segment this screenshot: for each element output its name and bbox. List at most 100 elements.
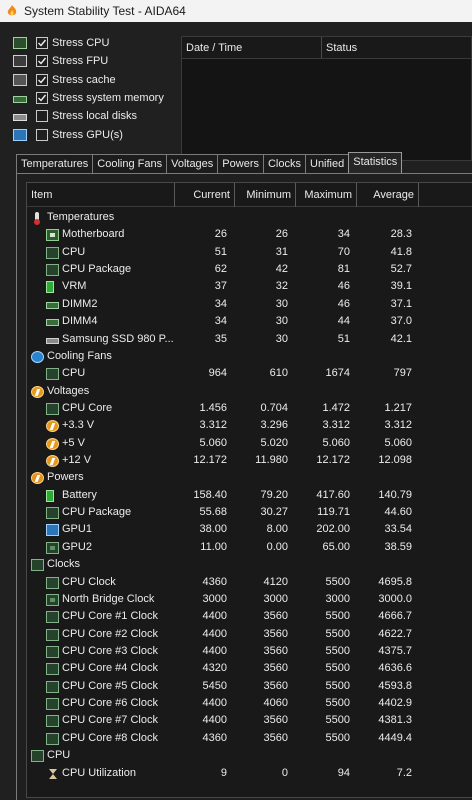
- col-average[interactable]: Average: [357, 183, 419, 207]
- tab-statistics[interactable]: Statistics: [348, 152, 403, 173]
- voltage-icon: [46, 437, 59, 450]
- group-row[interactable]: CPU: [27, 747, 472, 764]
- table-row[interactable]: CPU 964 610 1674 797: [27, 365, 472, 382]
- average-value: 33.54: [384, 523, 412, 536]
- table-row[interactable]: CPU Core #1 Clock 4400 3560 5500 4666.7: [27, 608, 472, 625]
- current-value: 5.060: [199, 436, 227, 449]
- average-value: 797: [393, 367, 412, 380]
- table-row[interactable]: CPU Package 62 42 81 52.7: [27, 261, 472, 278]
- minimum-value: 11.980: [255, 454, 288, 467]
- col-current[interactable]: Current: [175, 183, 235, 207]
- maximum-value: 51: [337, 332, 350, 345]
- current-value: 4400: [202, 627, 227, 640]
- tab-cooling-fans[interactable]: Cooling Fans: [92, 154, 168, 173]
- stress-option-label[interactable]: Stress CPU: [52, 37, 109, 49]
- maximum-value: 417.60: [316, 488, 350, 501]
- checkmark-icon: [38, 57, 47, 65]
- table-row[interactable]: CPU Core #2 Clock 4400 3560 5500 4622.7: [27, 626, 472, 643]
- average-value: 52.7: [390, 263, 412, 276]
- stress-checkbox[interactable]: [36, 37, 48, 50]
- table-row[interactable]: Samsung SSD 980 P... 35 30 51 42.1: [27, 331, 472, 348]
- table-row[interactable]: Motherboard 26 26 34 28.3: [27, 226, 472, 243]
- maximum-value: 5500: [325, 644, 350, 657]
- group-label: Temperatures: [47, 211, 115, 223]
- stress-checkbox[interactable]: [36, 128, 48, 141]
- table-row[interactable]: CPU Package 55.68 30.27 119.71 44.60: [27, 504, 472, 521]
- group-row[interactable]: Temperatures: [27, 209, 472, 226]
- stress-checkbox[interactable]: [36, 73, 48, 86]
- cpu-icon: [46, 628, 59, 641]
- stress-checkbox[interactable]: [36, 55, 48, 68]
- table-row[interactable]: GPU1 38.00 8.00 202.00 33.54: [27, 521, 472, 538]
- group-row[interactable]: Voltages: [27, 383, 472, 400]
- table-row[interactable]: CPU Core #6 Clock 4400 4060 5500 4402.9: [27, 695, 472, 712]
- table-row[interactable]: CPU Core #7 Clock 4400 3560 5500 4381.3: [27, 712, 472, 729]
- group-row[interactable]: Powers: [27, 469, 472, 486]
- item-name: CPU Core #3 Clock: [62, 644, 158, 657]
- stress-option-label[interactable]: Stress system memory: [52, 92, 164, 104]
- item-name: VRM: [62, 280, 87, 293]
- col-item[interactable]: Item: [27, 183, 175, 207]
- stress-option-label[interactable]: Stress GPU(s): [52, 129, 123, 141]
- stress-option-label[interactable]: Stress cache: [52, 74, 116, 86]
- table-row[interactable]: CPU Core #5 Clock 5450 3560 5500 4593.8: [27, 678, 472, 695]
- horizontal-scrollbar[interactable]: [27, 791, 472, 797]
- stress-option-label[interactable]: Stress FPU: [52, 55, 108, 67]
- checkmark-icon: [38, 94, 47, 102]
- status-log[interactable]: Date / Time Status: [181, 36, 472, 161]
- table-row[interactable]: CPU 51 31 70 41.8: [27, 244, 472, 261]
- table-row[interactable]: CPU Core #3 Clock 4400 3560 5500 4375.7: [27, 643, 472, 660]
- stress-option-row[interactable]: Stress system memory: [13, 89, 178, 107]
- tab-clocks[interactable]: Clocks: [262, 154, 306, 173]
- voltage-icon: [46, 420, 59, 433]
- statistics-grid[interactable]: Item Current Minimum Maximum Average Tem…: [26, 182, 472, 798]
- table-row[interactable]: +3.3 V 3.312 3.296 3.312 3.312: [27, 417, 472, 434]
- item-name: +12 V: [62, 454, 92, 467]
- table-row[interactable]: GPU2 11.00 0.00 65.00 38.59: [27, 539, 472, 556]
- tab-voltages[interactable]: Voltages: [166, 154, 219, 173]
- current-value: 4360: [202, 731, 227, 744]
- table-row[interactable]: VRM 37 32 46 39.1: [27, 278, 472, 295]
- tab-unified[interactable]: Unified: [305, 154, 350, 173]
- maximum-value: 70: [337, 245, 350, 258]
- table-row[interactable]: CPU Clock 4360 4120 5500 4695.8: [27, 574, 472, 591]
- stress-checkbox[interactable]: [36, 110, 48, 123]
- tab-powers[interactable]: Powers: [217, 154, 264, 173]
- table-row[interactable]: DIMM4 34 30 44 37.0: [27, 313, 472, 330]
- table-row[interactable]: +12 V 12.172 11.980 12.172 12.098: [27, 452, 472, 469]
- stress-option-row[interactable]: Stress FPU: [13, 52, 178, 70]
- table-row[interactable]: +5 V 5.060 5.020 5.060 5.060: [27, 435, 472, 452]
- cpu-icon: [46, 368, 59, 381]
- table-row[interactable]: Battery 158.40 79.20 417.60 140.79: [27, 487, 472, 504]
- current-value: 35: [214, 332, 227, 345]
- maximum-value: 44: [337, 315, 350, 328]
- col-minimum[interactable]: Minimum: [235, 183, 296, 207]
- log-col-datetime[interactable]: Date / Time: [182, 37, 322, 58]
- table-row[interactable]: North Bridge Clock 3000 3000 3000 3000.0: [27, 591, 472, 608]
- maximum-value: 5500: [325, 610, 350, 623]
- cpu-icon: [46, 611, 59, 624]
- table-row[interactable]: CPU Core #4 Clock 4320 3560 5500 4636.6: [27, 660, 472, 677]
- tab-temperatures[interactable]: Temperatures: [16, 154, 94, 173]
- battery-icon: [46, 281, 54, 294]
- table-row[interactable]: CPU Core #8 Clock 4360 3560 5500 4449.4: [27, 730, 472, 747]
- average-value: 12.098: [378, 454, 412, 467]
- col-maximum[interactable]: Maximum: [296, 183, 357, 207]
- stress-checkbox[interactable]: [36, 92, 48, 105]
- table-row[interactable]: DIMM2 34 30 46 37.1: [27, 296, 472, 313]
- table-row[interactable]: CPU Core 1.456 0.704 1.472 1.217: [27, 400, 472, 417]
- item-name: CPU Clock: [62, 575, 116, 588]
- group-row[interactable]: Clocks: [27, 556, 472, 573]
- gpu-chip-icon: [46, 541, 59, 554]
- table-row[interactable]: CPU Utilization 9 0 94 7.2: [27, 765, 472, 782]
- average-value: 4375.7: [378, 644, 412, 657]
- stress-option-row[interactable]: Stress GPU(s): [13, 125, 178, 143]
- stress-option-row[interactable]: Stress local disks: [13, 107, 178, 125]
- stress-option-row[interactable]: Stress cache: [13, 71, 178, 89]
- stress-option-label[interactable]: Stress local disks: [52, 110, 137, 122]
- log-col-status[interactable]: Status: [322, 37, 471, 58]
- minimum-value: 3560: [263, 662, 288, 675]
- stress-option-row[interactable]: Stress CPU: [13, 34, 178, 52]
- log-header: Date / Time Status: [182, 37, 471, 59]
- group-row[interactable]: Cooling Fans: [27, 348, 472, 365]
